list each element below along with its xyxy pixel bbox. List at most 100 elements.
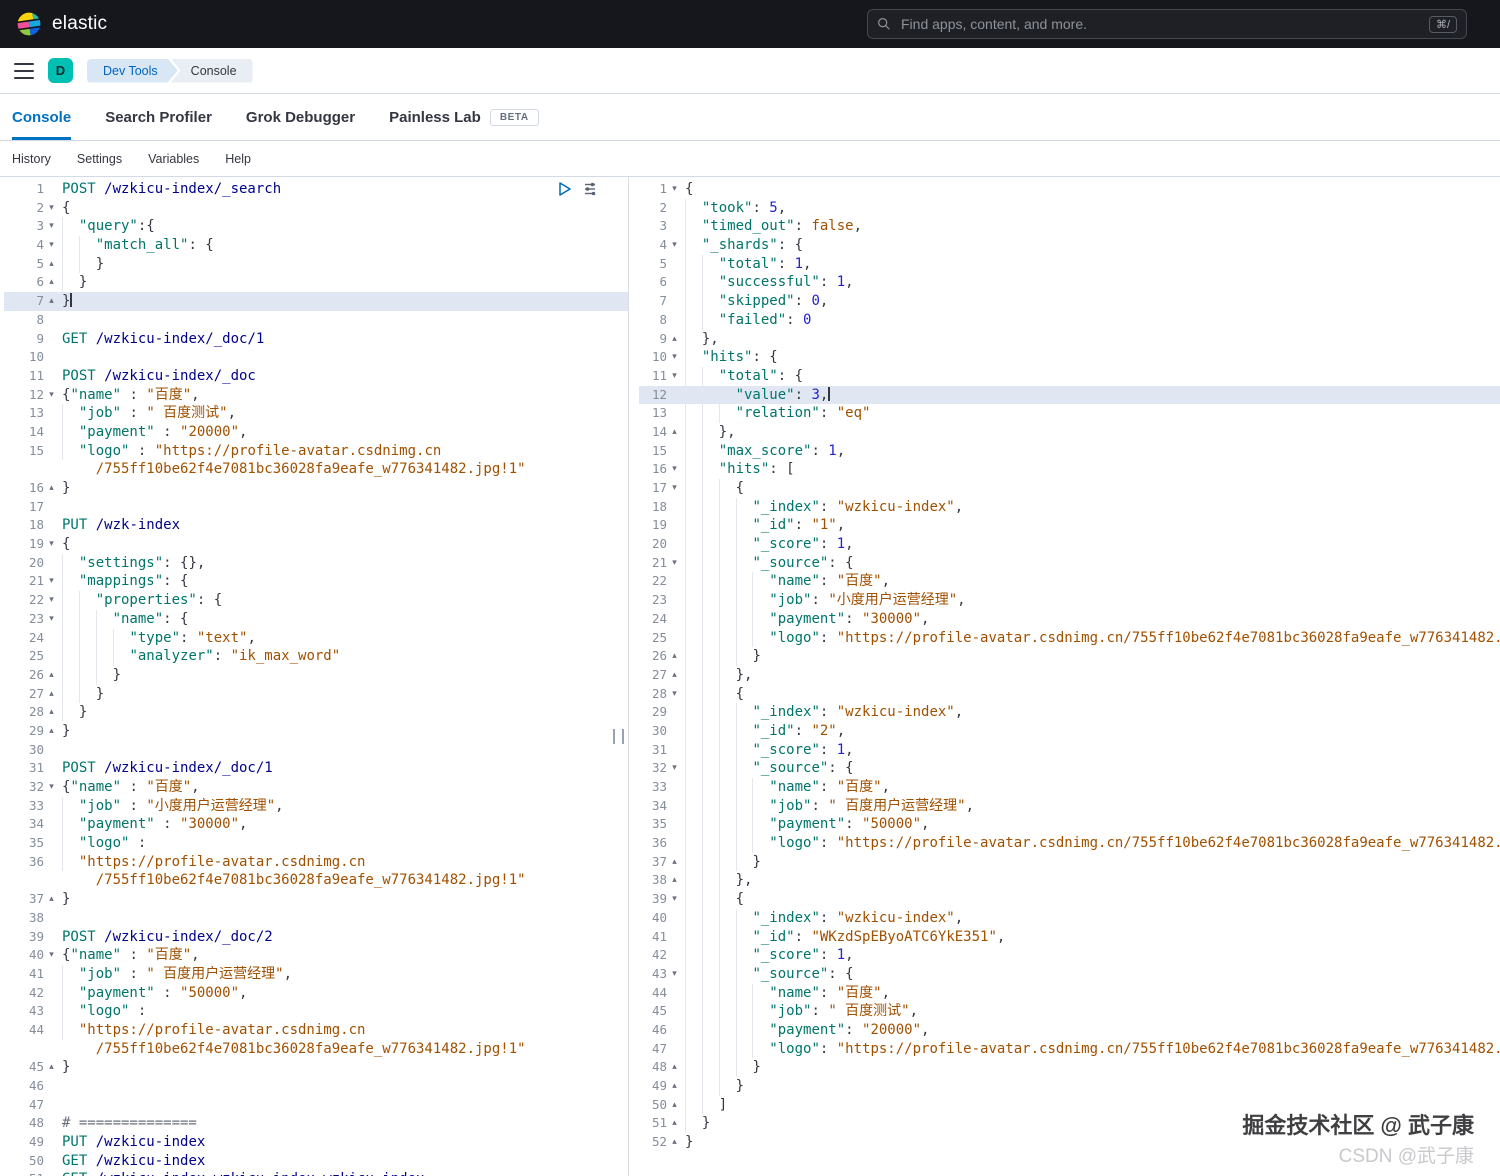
code-line[interactable]: 27▴ }	[4, 685, 628, 704]
code-line[interactable]: 29▴}	[4, 722, 628, 741]
code-line[interactable]: 5▴ }	[4, 255, 628, 274]
code-line[interactable]: 31 "_score": 1,	[639, 741, 1500, 760]
code-line[interactable]: 38	[4, 909, 628, 928]
code-line[interactable]: 33 "job" : "小度用户运营经理",	[4, 797, 628, 816]
code-line[interactable]: 42 "_score": 1,	[639, 946, 1500, 965]
menu-variables[interactable]: Variables	[148, 152, 199, 166]
code-line[interactable]: /755ff10be62f4e7081bc36028fa9eafe_w77634…	[4, 1040, 628, 1059]
fold-toggle-icon[interactable]: ▴	[44, 292, 59, 311]
fold-toggle-icon[interactable]: ▾	[667, 236, 682, 255]
code-line[interactable]: 48▴ }	[639, 1058, 1500, 1077]
code-line[interactable]: 8 "failed": 0	[639, 311, 1500, 330]
code-line[interactable]: 3 "timed_out": false,	[639, 217, 1500, 236]
code-line[interactable]: 21▾ "mappings": {	[4, 572, 628, 591]
fold-toggle-icon[interactable]: ▴	[44, 685, 59, 704]
fold-toggle-icon[interactable]: ▾	[44, 572, 59, 591]
code-line[interactable]: 50▴ ]	[639, 1096, 1500, 1115]
code-line[interactable]: 27▴ },	[639, 666, 1500, 685]
code-line[interactable]: 16▴}	[4, 479, 628, 498]
code-line[interactable]: 11▾ "total": {	[639, 367, 1500, 386]
code-line[interactable]: 17	[4, 498, 628, 517]
code-line[interactable]: 32▾{"name" : "百度",	[4, 778, 628, 797]
code-line[interactable]: 41 "_id": "WKzdSpEByoATC6YkE351",	[639, 928, 1500, 947]
menu-settings[interactable]: Settings	[77, 152, 122, 166]
code-line[interactable]: 37▴ }	[639, 853, 1500, 872]
code-line[interactable]: 33 "name": "百度",	[639, 778, 1500, 797]
code-line[interactable]: 5 "total": 1,	[639, 255, 1500, 274]
code-line[interactable]: 45▴}	[4, 1058, 628, 1077]
code-line[interactable]: 51▴ }	[639, 1114, 1500, 1133]
global-search[interactable]: ⌘/	[867, 9, 1467, 39]
code-line[interactable]: 36 "logo": "https://profile-avatar.csdni…	[639, 834, 1500, 853]
code-line[interactable]: 42 "payment" : "50000",	[4, 984, 628, 1003]
fold-toggle-icon[interactable]: ▾	[667, 685, 682, 704]
fold-toggle-icon[interactable]: ▴	[667, 666, 682, 685]
fold-toggle-icon[interactable]: ▴	[667, 330, 682, 349]
brand[interactable]: elastic	[16, 11, 107, 37]
code-line[interactable]: 10	[4, 348, 628, 367]
code-line[interactable]: 26▴ }	[639, 647, 1500, 666]
menu-icon[interactable]	[14, 63, 34, 79]
code-line[interactable]: 44 "https://profile-avatar.csdnimg.cn	[4, 1021, 628, 1040]
fold-toggle-icon[interactable]: ▴	[667, 871, 682, 890]
code-line[interactable]: 44 "name": "百度",	[639, 984, 1500, 1003]
code-line[interactable]: 10▾ "hits": {	[639, 348, 1500, 367]
code-line[interactable]: 25 "logo": "https://profile-avatar.csdni…	[639, 629, 1500, 648]
fold-toggle-icon[interactable]: ▴	[44, 273, 59, 292]
fold-toggle-icon[interactable]: ▴	[44, 703, 59, 722]
send-request-button[interactable]	[557, 181, 572, 197]
code-line[interactable]: 30	[4, 741, 628, 760]
fold-toggle-icon[interactable]: ▾	[44, 535, 59, 554]
fold-toggle-icon[interactable]: ▾	[667, 554, 682, 573]
fold-toggle-icon[interactable]: ▴	[44, 479, 59, 498]
fold-toggle-icon[interactable]: ▴	[667, 1058, 682, 1077]
fold-toggle-icon[interactable]: ▾	[44, 946, 59, 965]
fold-toggle-icon[interactable]: ▴	[44, 722, 59, 741]
fold-toggle-icon[interactable]: ▾	[667, 965, 682, 984]
fold-toggle-icon[interactable]: ▴	[667, 853, 682, 872]
code-line[interactable]: 49PUT /wzkicu-index	[4, 1133, 628, 1152]
code-line[interactable]: 18PUT /wzk-index	[4, 516, 628, 535]
code-line[interactable]: 20 "settings": {},	[4, 554, 628, 573]
code-line[interactable]: 7 "skipped": 0,	[639, 292, 1500, 311]
search-input[interactable]	[899, 15, 1421, 33]
fold-toggle-icon[interactable]: ▾	[667, 890, 682, 909]
fold-toggle-icon[interactable]: ▴	[44, 255, 59, 274]
code-line[interactable]: 37▴}	[4, 890, 628, 909]
code-line[interactable]: 1POST /wzkicu-index/_search	[4, 180, 628, 199]
code-line[interactable]: 4▾ "match_all": {	[4, 236, 628, 255]
code-line[interactable]: 25 "analyzer": "ik_max_word"	[4, 647, 628, 666]
code-line[interactable]: 49▴ }	[639, 1077, 1500, 1096]
request-editor[interactable]: 1POST /wzkicu-index/_search2▾{3▾ "query"…	[0, 177, 629, 1176]
fold-toggle-icon[interactable]: ▴	[667, 1096, 682, 1115]
code-line[interactable]: 43 "logo" :	[4, 1002, 628, 1021]
breadcrumb-console[interactable]: Console	[171, 59, 253, 83]
code-line[interactable]: 32▾ "_source": {	[639, 759, 1500, 778]
response-viewer[interactable]: 1▾{2 "took": 5,3 "timed_out": false,4▾ "…	[629, 177, 1500, 1176]
code-line[interactable]: 31POST /wzkicu-index/_doc/1	[4, 759, 628, 778]
code-line[interactable]: 46 "payment": "20000",	[639, 1021, 1500, 1040]
code-line[interactable]: 4▾ "_shards": {	[639, 236, 1500, 255]
code-line[interactable]: 7▴}	[4, 292, 628, 311]
code-line[interactable]: 2▾{	[4, 199, 628, 218]
code-line[interactable]: 21▾ "_source": {	[639, 554, 1500, 573]
code-line[interactable]: 17▾ {	[639, 479, 1500, 498]
code-line[interactable]: /755ff10be62f4e7081bc36028fa9eafe_w77634…	[4, 460, 628, 479]
fold-toggle-icon[interactable]: ▴	[44, 890, 59, 909]
tab-search-profiler[interactable]: Search Profiler	[105, 94, 212, 140]
code-line[interactable]: 38▴ },	[639, 871, 1500, 890]
code-line[interactable]: 28▾ {	[639, 685, 1500, 704]
menu-history[interactable]: History	[12, 152, 51, 166]
code-line[interactable]: 47	[4, 1096, 628, 1115]
fold-toggle-icon[interactable]: ▴	[667, 1114, 682, 1133]
code-line[interactable]: 29 "_index": "wzkicu-index",	[639, 703, 1500, 722]
code-line[interactable]: 19▾{	[4, 535, 628, 554]
code-line[interactable]: 8	[4, 311, 628, 330]
code-line[interactable]: 40 "_index": "wzkicu-index",	[639, 909, 1500, 928]
code-line[interactable]: 12 "value": 3,	[639, 386, 1500, 405]
code-line[interactable]: 52▴}	[639, 1133, 1500, 1152]
fold-toggle-icon[interactable]: ▾	[44, 217, 59, 236]
fold-toggle-icon[interactable]: ▾	[44, 199, 59, 218]
code-line[interactable]: 16▾ "hits": [	[639, 460, 1500, 479]
code-line[interactable]: 14 "payment" : "20000",	[4, 423, 628, 442]
